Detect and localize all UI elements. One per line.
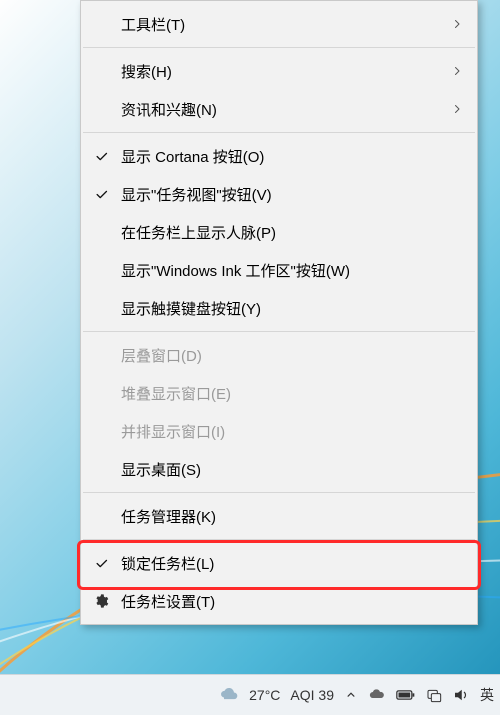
menu-item-label: 搜索(H) [121, 61, 439, 82]
tray-chevron-icon[interactable] [344, 688, 358, 702]
menu-item-label: 堆叠显示窗口(E) [121, 383, 439, 404]
menu-item-task-manager[interactable]: 任务管理器(K) [81, 497, 477, 535]
menu-item-label: 并排显示窗口(I) [121, 421, 439, 442]
menu-item-label: 显示桌面(S) [121, 459, 439, 480]
chevron-right-icon [439, 65, 463, 77]
menu-item-label: 任务栏设置(T) [121, 591, 439, 612]
menu-item-label: 显示触摸键盘按钮(Y) [121, 298, 439, 319]
check-icon [81, 556, 121, 571]
menu-item-label: 资讯和兴趣(N) [121, 99, 439, 120]
menu-item-news[interactable]: 资讯和兴趣(N) [81, 90, 477, 128]
weather-aqi[interactable]: AQI 39 [290, 687, 334, 703]
menu-item-label: 显示 Cortana 按钮(O) [121, 146, 439, 167]
check-icon [81, 149, 121, 164]
battery-icon[interactable] [396, 688, 416, 702]
menu-item-show-ink[interactable]: 显示"Windows Ink 工作区"按钮(W) [81, 251, 477, 289]
menu-item-label: 任务管理器(K) [121, 506, 439, 527]
ime-indicator[interactable]: 英 [480, 685, 494, 705]
menu-item-label: 在任务栏上显示人脉(P) [121, 222, 439, 243]
menu-item-show-desktop[interactable]: 显示桌面(S) [81, 450, 477, 488]
gear-icon [81, 593, 121, 609]
menu-item-label: 层叠窗口(D) [121, 345, 439, 366]
menu-item-search[interactable]: 搜索(H) [81, 52, 477, 90]
menu-separator [83, 331, 475, 332]
menu-separator [83, 132, 475, 133]
menu-item-label: 显示"Windows Ink 工作区"按钮(W) [121, 260, 439, 281]
menu-item-show-touchkbd[interactable]: 显示触摸键盘按钮(Y) [81, 289, 477, 327]
weather-temp[interactable]: 27°C [249, 687, 280, 703]
taskbar-context-menu: 工具栏(T) 搜索(H) 资讯和兴趣(N) 显示 Cortana 按钮(O) 显示"任务… [80, 0, 478, 625]
onedrive-icon[interactable] [368, 686, 386, 704]
menu-item-show-people[interactable]: 在任务栏上显示人脉(P) [81, 213, 477, 251]
network-icon[interactable] [426, 687, 442, 703]
volume-icon[interactable] [452, 686, 470, 704]
chevron-right-icon [439, 18, 463, 30]
menu-item-taskbar-settings[interactable]: 任务栏设置(T) [81, 582, 477, 620]
menu-item-lock-taskbar[interactable]: 锁定任务栏(L) [81, 544, 477, 582]
chevron-right-icon [439, 103, 463, 115]
menu-item-show-cortana[interactable]: 显示 Cortana 按钮(O) [81, 137, 477, 175]
menu-item-toolbars[interactable]: 工具栏(T) [81, 5, 477, 43]
menu-item-show-taskview[interactable]: 显示"任务视图"按钮(V) [81, 175, 477, 213]
menu-item-label: 工具栏(T) [121, 14, 439, 35]
menu-separator [83, 47, 475, 48]
menu-item-label: 锁定任务栏(L) [121, 553, 439, 574]
check-icon [81, 187, 121, 202]
weather-icon[interactable] [219, 685, 239, 705]
menu-item-sidebyside: 并排显示窗口(I) [81, 412, 477, 450]
menu-item-cascade: 层叠窗口(D) [81, 336, 477, 374]
taskbar[interactable]: 27°C AQI 39 英 [0, 674, 500, 715]
menu-item-stacked: 堆叠显示窗口(E) [81, 374, 477, 412]
menu-separator [83, 539, 475, 540]
menu-separator [83, 492, 475, 493]
desktop-background: 工具栏(T) 搜索(H) 资讯和兴趣(N) 显示 Cortana 按钮(O) 显示"任务… [0, 0, 500, 715]
menu-item-label: 显示"任务视图"按钮(V) [121, 184, 439, 205]
